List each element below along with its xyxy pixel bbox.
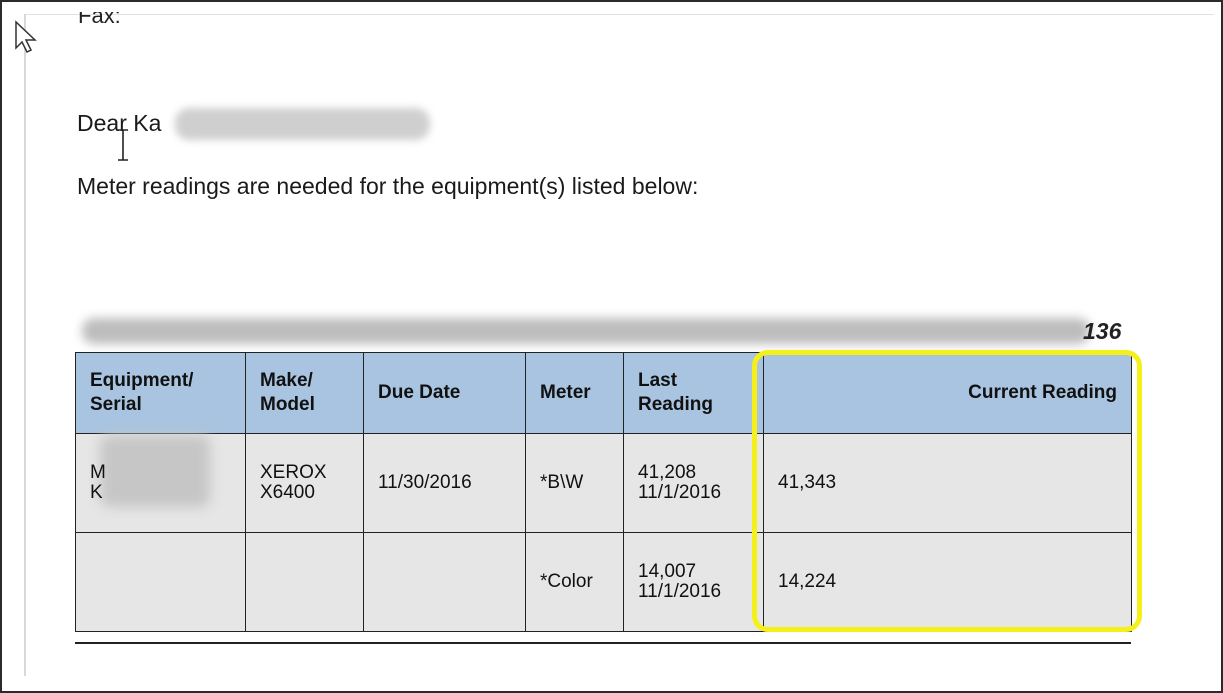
serial-line-2: K bbox=[90, 482, 103, 503]
make-model-cell: XEROX X6400 bbox=[245, 433, 364, 533]
table-bottom-rule bbox=[75, 642, 1131, 644]
due-date-cell: 11/30/2016 bbox=[363, 433, 526, 533]
last-reading-cell: 14,007 11/1/2016 bbox=[623, 532, 764, 632]
last-reading-cell: 41,208 11/1/2016 bbox=[623, 433, 764, 533]
col-header-make-model: Make/ Model bbox=[245, 352, 364, 434]
make-model-cell bbox=[245, 532, 364, 632]
current-reading-highlight bbox=[752, 350, 1142, 632]
col-header-equipment-serial: Equipment/ Serial bbox=[75, 352, 246, 434]
text-cursor-icon bbox=[118, 129, 128, 161]
last-reading-value: 41,208 bbox=[638, 462, 697, 483]
last-reading-date: 11/1/2016 bbox=[638, 482, 722, 503]
make-text: XEROX bbox=[260, 462, 327, 483]
model-text: X6400 bbox=[260, 482, 315, 503]
last-reading-date: 11/1/2016 bbox=[638, 581, 722, 602]
header-number: 136 bbox=[1083, 318, 1122, 344]
equipment-serial-cell bbox=[75, 532, 246, 632]
meter-cell: *Color bbox=[525, 532, 624, 632]
serial-line-1: M bbox=[90, 462, 106, 483]
intro-text: Meter readings are needed for the equipm… bbox=[77, 173, 699, 199]
col-header-due-date: Due Date bbox=[363, 352, 526, 434]
mouse-pointer-icon bbox=[15, 20, 37, 54]
col-header-last-reading: Last Reading bbox=[623, 352, 764, 434]
fax-label: Fax: bbox=[78, 12, 121, 26]
col-header-meter: Meter bbox=[525, 352, 624, 434]
document-top-edge bbox=[26, 14, 1214, 15]
redacted-account-header bbox=[82, 318, 1090, 344]
redacted-name bbox=[175, 108, 430, 140]
due-date-cell bbox=[363, 532, 526, 632]
document-edge bbox=[24, 14, 26, 676]
last-reading-value: 14,007 bbox=[638, 561, 697, 582]
meter-cell: *B\W bbox=[525, 433, 624, 533]
